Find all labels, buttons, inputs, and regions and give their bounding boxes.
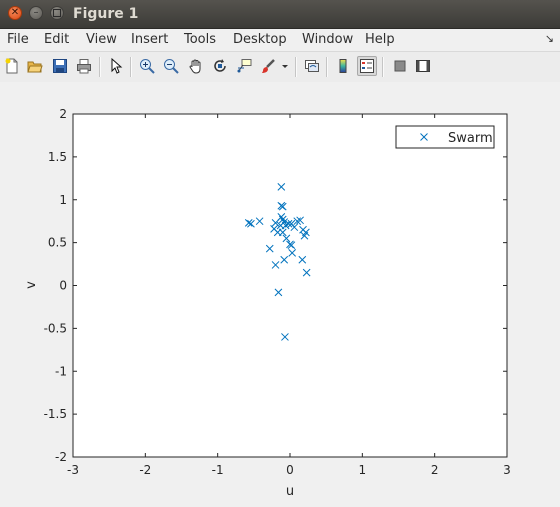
brush-button[interactable]: [258, 56, 278, 76]
minimize-icon: –: [33, 7, 39, 18]
print-button[interactable]: [74, 56, 94, 76]
window-titlebar: ✕ – Figure 1: [0, 0, 560, 29]
x-tick-label: 2: [431, 463, 439, 477]
x-tick-label: 3: [503, 463, 511, 477]
insert-colorbar-button[interactable]: [333, 56, 353, 76]
show-plot-tools-button[interactable]: [413, 56, 433, 76]
legend-label: Swarm: [448, 131, 493, 146]
y-tick-label: 0.5: [48, 236, 67, 250]
select-arrow-icon: [111, 58, 123, 74]
insert-legend-icon: [360, 59, 374, 73]
zoom-in-button[interactable]: [137, 56, 157, 76]
y-tick-label: 0: [59, 279, 67, 293]
figure-canvas: -3 -2 -1 0 1 2 3 -2 -1.5 -1 -0.5 0 0.5 1 1.5 2 u v Swar…: [0, 82, 560, 503]
hide-plot-tools-icon: [394, 60, 406, 72]
menu-view[interactable]: View: [86, 32, 117, 47]
brush-icon: [262, 59, 275, 73]
x-tick-label: -3: [67, 463, 79, 477]
rotate-3d-button[interactable]: [210, 56, 230, 76]
link-plot-button[interactable]: [302, 56, 322, 76]
y-tick-label: -2: [55, 450, 67, 464]
zoom-out-icon: [164, 59, 179, 74]
show-plot-tools-icon: [416, 60, 430, 72]
insert-colorbar-icon: [339, 59, 347, 73]
x-axis-label: u: [286, 484, 294, 499]
save-icon: [53, 59, 67, 73]
menu-window[interactable]: Window: [302, 32, 353, 47]
y-tick-label: 1.5: [48, 150, 67, 164]
toolbar-separator: [295, 57, 297, 77]
window-title: Figure 1: [73, 6, 139, 22]
brush-dropdown-button[interactable]: [279, 56, 291, 76]
new-figure-icon: [5, 58, 18, 74]
save-button[interactable]: [50, 56, 70, 76]
pan-button[interactable]: [186, 56, 206, 76]
zoom-out-button[interactable]: [161, 56, 181, 76]
close-icon: ✕: [10, 7, 20, 18]
y-tick-label: 1: [59, 193, 67, 207]
plot-area[interactable]: [72, 113, 508, 458]
brush-dropdown-icon: [282, 65, 288, 68]
pan-hand-icon: [189, 59, 201, 74]
open-file-icon: [27, 61, 43, 73]
x-tick-label: -1: [212, 463, 224, 477]
figure-toolbar: [0, 51, 560, 83]
menu-tools[interactable]: Tools: [184, 32, 216, 47]
link-plot-icon: [305, 60, 319, 72]
x-tick-label: 1: [359, 463, 367, 477]
y-tick-label: -0.5: [44, 321, 67, 335]
x-tick-label: 0: [286, 463, 294, 477]
toolbar-separator: [130, 57, 132, 77]
insert-legend-button[interactable]: [357, 56, 377, 76]
y-axis-label: v: [24, 281, 39, 289]
arrow-icon[interactable]: ↘: [545, 32, 554, 45]
toolbar-separator: [382, 57, 384, 77]
maximize-window-button[interactable]: [50, 6, 64, 20]
zoom-in-icon: [140, 59, 155, 74]
maximize-icon: [53, 9, 61, 17]
y-tick-label: 2: [59, 107, 67, 121]
print-icon: [77, 59, 91, 74]
close-window-button[interactable]: ✕: [8, 6, 22, 20]
menu-edit[interactable]: Edit: [44, 32, 69, 47]
data-cursor-icon: [237, 59, 252, 73]
menu-desktop[interactable]: Desktop: [233, 32, 287, 47]
select-arrow-button[interactable]: [106, 56, 126, 76]
y-tick-label: -1: [55, 364, 67, 378]
menu-help[interactable]: Help: [365, 32, 395, 47]
rotate-3d-icon: [214, 59, 226, 72]
data-cursor-button[interactable]: [234, 56, 254, 76]
hide-plot-tools-button[interactable]: [390, 56, 410, 76]
x-tick-label: -2: [139, 463, 151, 477]
legend[interactable]: Swarm: [395, 125, 495, 149]
y-tick-label: -1.5: [44, 407, 67, 421]
menu-insert[interactable]: Insert: [131, 32, 168, 47]
minimize-window-button[interactable]: –: [29, 6, 43, 20]
scatter-plot[interactable]: -3 -2 -1 0 1 2 3-2-1.5-1-0.500.511.52 u v Swar…: [0, 82, 560, 503]
new-figure-button[interactable]: [2, 56, 22, 76]
open-file-button[interactable]: [25, 56, 45, 76]
menu-file[interactable]: File: [7, 32, 29, 47]
toolbar-separator: [326, 57, 328, 77]
menu-bar: File Edit View Insert Tools Desktop Wind…: [0, 29, 560, 51]
toolbar-separator: [99, 57, 101, 77]
